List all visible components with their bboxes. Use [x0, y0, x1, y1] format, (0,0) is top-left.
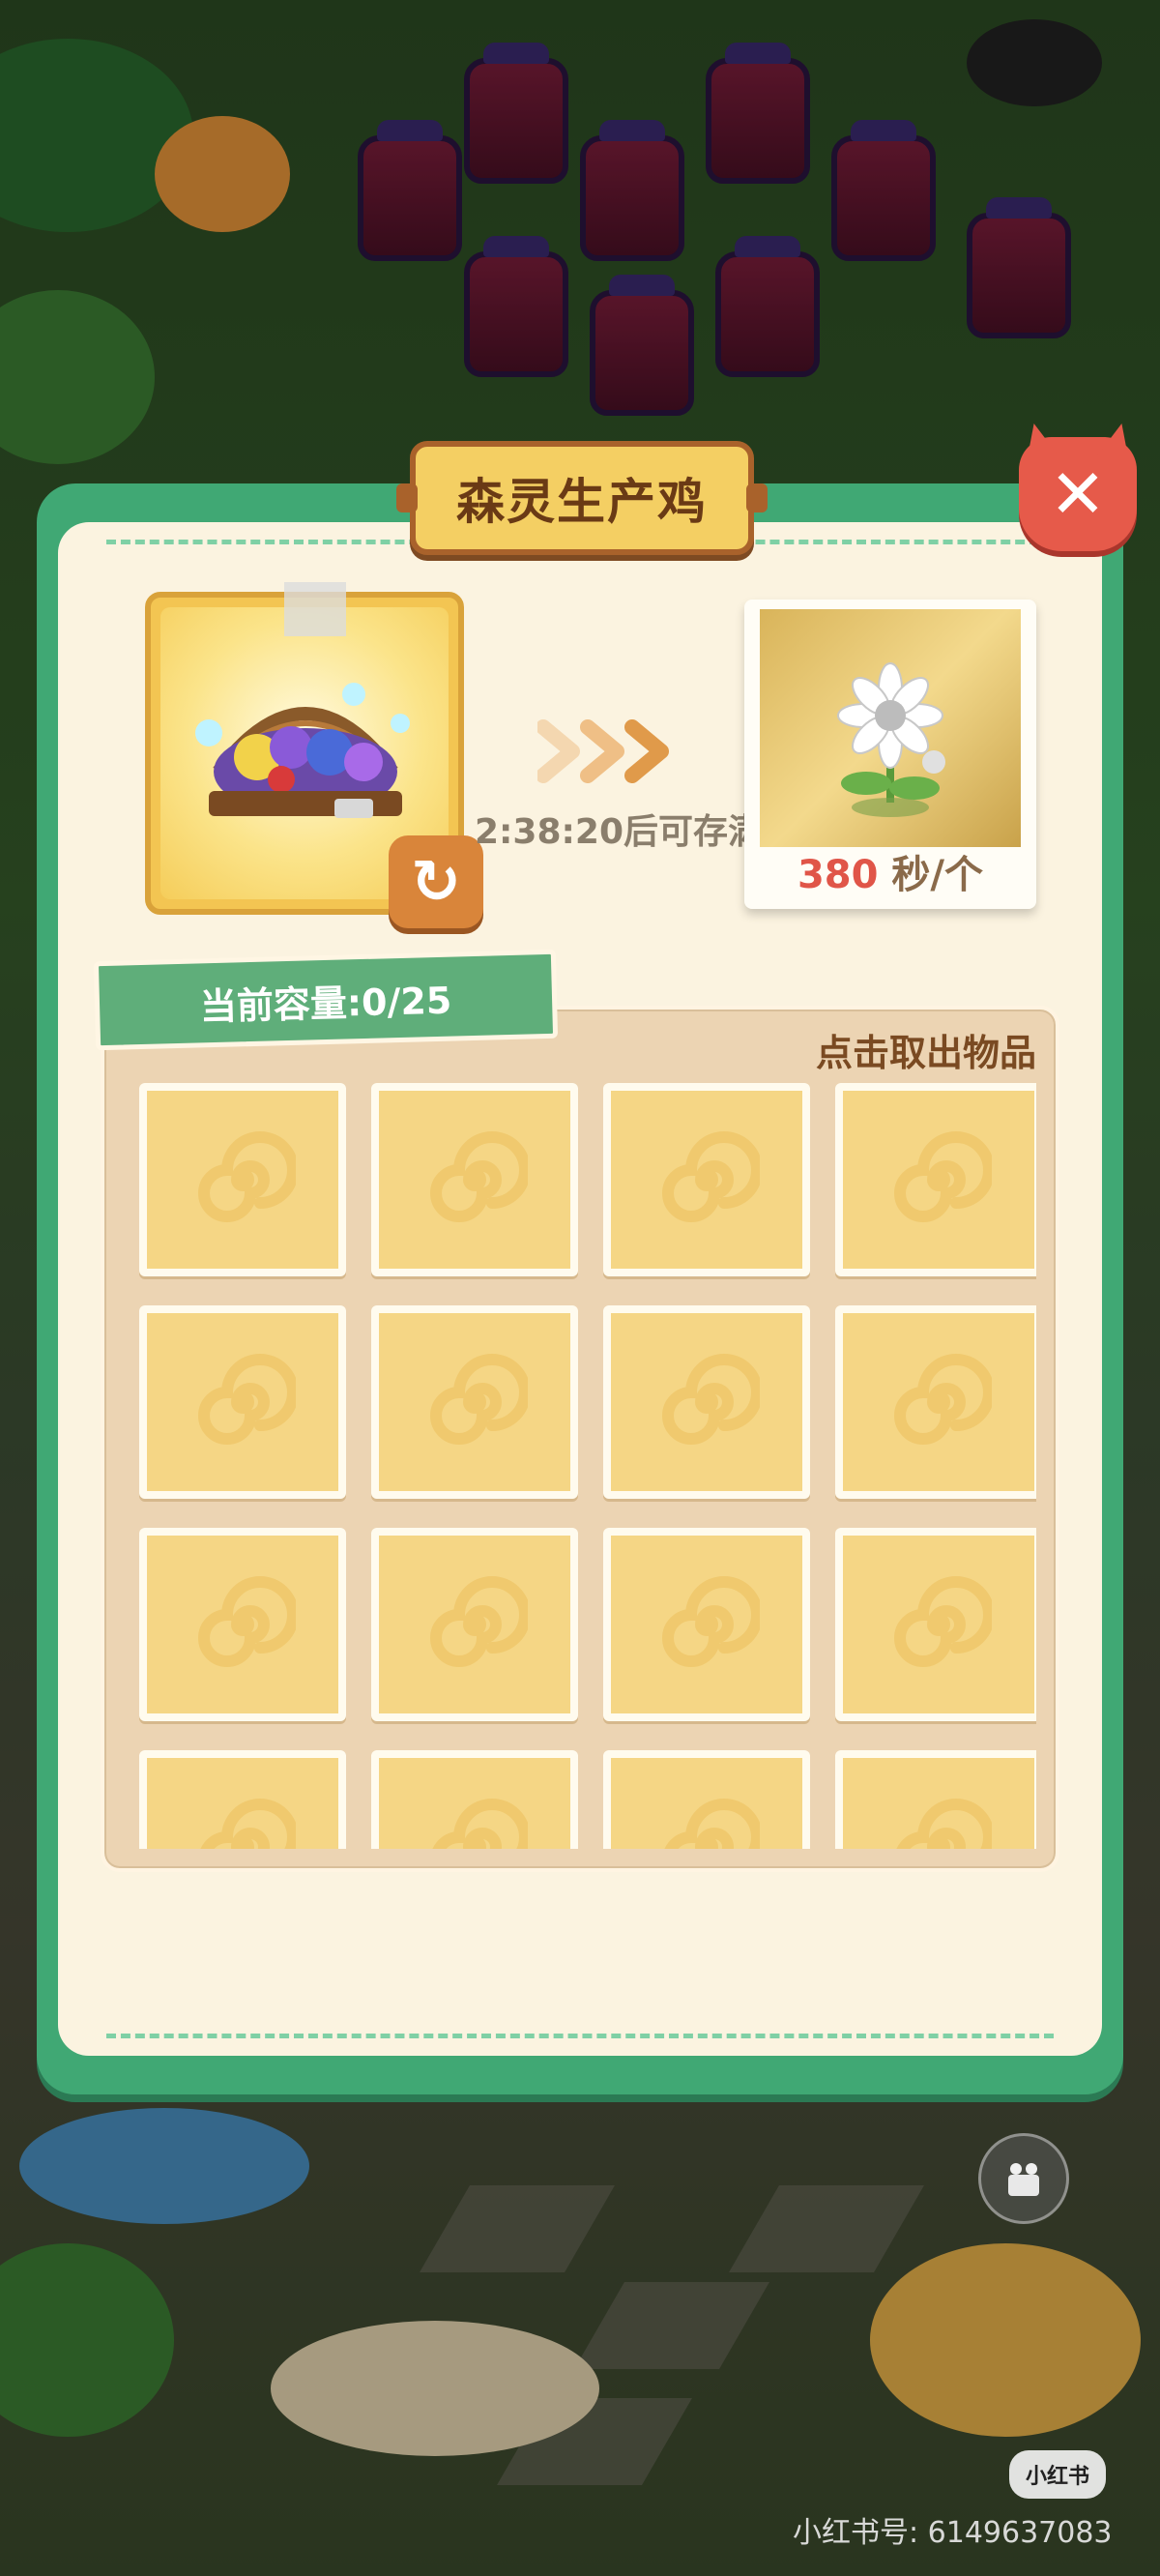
- slot-fill: [379, 1313, 570, 1491]
- decorative-dash-border: [106, 2034, 1054, 2038]
- capacity-label: 当前容量:0/25: [199, 979, 452, 1028]
- empty-spiral-icon: [430, 1576, 528, 1667]
- storage-slot[interactable]: [835, 1305, 1036, 1499]
- storage-slot[interactable]: [835, 1083, 1036, 1276]
- storage-slot[interactable]: [139, 1528, 346, 1721]
- storage-slot[interactable]: [371, 1528, 578, 1721]
- storage-slot[interactable]: [139, 1305, 346, 1499]
- empty-spiral-icon: [662, 1576, 760, 1667]
- slot-fill: [147, 1536, 338, 1713]
- empty-spiral-icon: [664, 1799, 760, 1849]
- refresh-icon: ↻: [411, 846, 461, 917]
- storage-slot[interactable]: [603, 1083, 810, 1276]
- storage-slot[interactable]: [371, 1083, 578, 1276]
- slot-fill: [379, 1758, 570, 1849]
- empty-spiral-icon: [662, 1354, 760, 1445]
- dialog-title: 森灵生产鸡: [456, 474, 708, 530]
- slot-fill: [379, 1536, 570, 1713]
- storage-slot[interactable]: [603, 1528, 810, 1721]
- slot-fill: [843, 1313, 1034, 1491]
- empty-spiral-icon: [662, 1131, 760, 1222]
- production-rate: 380 秒/个: [744, 843, 1036, 899]
- slot-fill: [611, 1313, 802, 1491]
- capacity-banner: 当前容量:0/25: [93, 949, 559, 1051]
- storage-slot[interactable]: [139, 1083, 346, 1276]
- empty-spiral-icon: [198, 1131, 296, 1222]
- empty-spiral-icon: [430, 1131, 528, 1222]
- rate-value: 380: [797, 853, 879, 897]
- product-card: 380 秒/个: [744, 600, 1036, 909]
- empty-spiral-icon: [430, 1354, 528, 1445]
- slot-fill: [843, 1536, 1034, 1713]
- rate-unit: 秒/个: [878, 853, 984, 897]
- storage-slot[interactable]: [603, 1750, 810, 1849]
- empty-spiral-icon: [200, 1799, 296, 1849]
- storage-panel: 点击取出物品: [101, 1006, 1059, 1872]
- empty-spiral-icon: [198, 1576, 296, 1667]
- dialog-title-plate: 森灵生产鸡: [396, 441, 768, 555]
- empty-spiral-icon: [432, 1799, 528, 1849]
- slot-fill: [843, 1758, 1034, 1849]
- empty-spiral-icon: [896, 1799, 992, 1849]
- refresh-button[interactable]: ↻: [389, 835, 483, 928]
- slot-fill: [611, 1091, 802, 1269]
- empty-spiral-icon: [894, 1131, 992, 1222]
- empty-spiral-icon: [198, 1354, 296, 1445]
- close-icon: ✕: [1049, 454, 1107, 534]
- product-image-frame: [760, 609, 1021, 847]
- empty-spiral-icon: [894, 1576, 992, 1667]
- slot-fill: [843, 1091, 1034, 1269]
- slot-fill: [147, 1758, 338, 1849]
- slot-fill: [379, 1091, 570, 1269]
- tape-decoration: [284, 582, 346, 636]
- storage-grid: [128, 1079, 1036, 1849]
- chevron-arrows-icon: [537, 719, 669, 783]
- storage-slot[interactable]: [835, 1750, 1036, 1849]
- white-daisy-flower-icon: [837, 662, 945, 817]
- slot-fill: [147, 1091, 338, 1269]
- storage-slot[interactable]: [371, 1750, 578, 1849]
- slot-fill: [611, 1758, 802, 1849]
- storage-slot[interactable]: [139, 1750, 346, 1849]
- flower-trellis-building-icon: [195, 683, 410, 818]
- flower-shop-icon: [1008, 2163, 1039, 2196]
- watermark-text: 小红书号: 6149637083: [793, 2516, 1113, 2550]
- close-button[interactable]: ✕: [1019, 437, 1137, 551]
- slot-fill: [611, 1536, 802, 1713]
- slot-fill: [147, 1313, 338, 1491]
- side-menu-button[interactable]: [978, 2133, 1069, 2224]
- empty-spiral-icon: [894, 1354, 992, 1445]
- storage-slot[interactable]: [371, 1305, 578, 1499]
- storage-slot[interactable]: [603, 1305, 810, 1499]
- fill-timer-text: 2:38:20后可存满: [474, 812, 764, 852]
- storage-slot[interactable]: [835, 1528, 1036, 1721]
- xiaohongshu-badge: 小红书: [1009, 2450, 1106, 2499]
- take-items-hint: 点击取出物品: [815, 1032, 1036, 1074]
